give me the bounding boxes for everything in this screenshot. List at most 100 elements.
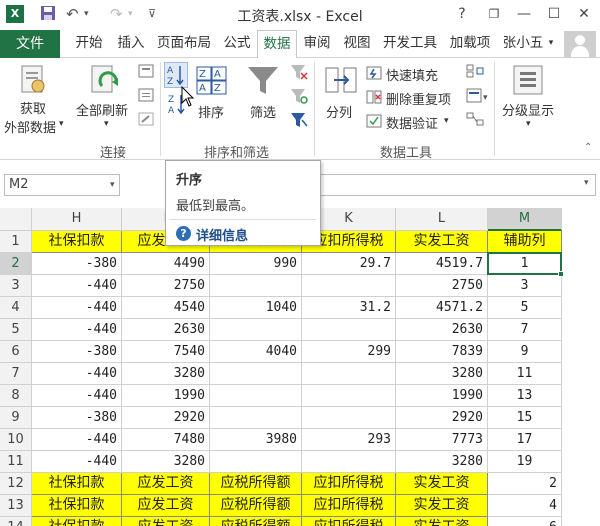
cell-k5[interactable] [302, 319, 396, 341]
cell-i12[interactable]: 应发工资 [122, 473, 210, 495]
cell-m13[interactable]: 4 [488, 495, 562, 517]
cell-i9[interactable]: 2920 [122, 407, 210, 429]
cell-j8[interactable] [210, 385, 302, 407]
relationships-icon[interactable] [466, 112, 484, 130]
cell-m7[interactable]: 11 [488, 363, 562, 385]
cell-k11[interactable] [302, 451, 396, 473]
cell-h4[interactable]: -440 [32, 297, 122, 319]
cell-k13[interactable]: 应扣所得税 [302, 495, 396, 517]
fill-handle[interactable] [558, 271, 564, 277]
tab-formulas[interactable]: 公式 [218, 30, 256, 58]
cell-l10[interactable]: 7773 [396, 429, 488, 451]
what-if-analysis-icon[interactable]: ▾ [466, 88, 490, 108]
tab-insert[interactable]: 插入 [112, 30, 150, 58]
maximize-button[interactable]: ☐ [544, 4, 564, 24]
user-name[interactable]: 张小五 [498, 30, 548, 58]
cell-h7[interactable]: -440 [32, 363, 122, 385]
cell-m6[interactable]: 9 [488, 341, 562, 363]
name-box[interactable]: M2 [4, 174, 120, 196]
cell-h6[interactable]: -380 [32, 341, 122, 363]
cell-j3[interactable] [210, 275, 302, 297]
cell-h11[interactable]: -440 [32, 451, 122, 473]
cell-h2[interactable]: -380 [32, 253, 122, 275]
formula-input[interactable] [320, 174, 596, 196]
cell-k4[interactable]: 31.2 [302, 297, 396, 319]
edit-links-icon[interactable] [138, 112, 154, 130]
row-header-3[interactable]: 3 [0, 275, 32, 297]
cell-i10[interactable]: 7480 [122, 429, 210, 451]
cell-j14[interactable]: 应税所得额 [210, 517, 302, 526]
minimize-button[interactable]: — [514, 4, 534, 24]
sort-ascending-button[interactable]: AZ [164, 62, 188, 88]
cell-m11[interactable]: 19 [488, 451, 562, 473]
row-header-10[interactable]: 10 [0, 429, 32, 451]
cell-k10[interactable]: 293 [302, 429, 396, 451]
tab-data[interactable]: 数据 [257, 30, 297, 59]
cell-k12[interactable]: 应扣所得税 [302, 473, 396, 495]
cell-m14[interactable]: 6 [488, 517, 562, 526]
cell-h1[interactable]: 社保扣款 [32, 231, 122, 253]
cell-l6[interactable]: 7839 [396, 341, 488, 363]
cell-j6[interactable]: 4040 [210, 341, 302, 363]
tab-developer[interactable]: 开发工具 [378, 30, 442, 58]
cell-m3[interactable]: 3 [488, 275, 562, 297]
row-header-12[interactable]: 12 [0, 473, 32, 495]
reapply-filter-icon[interactable] [290, 88, 308, 108]
row-header-9[interactable]: 9 [0, 407, 32, 429]
cell-j7[interactable] [210, 363, 302, 385]
cell-m9[interactable]: 15 [488, 407, 562, 429]
connections-icon[interactable] [138, 64, 154, 82]
expand-formula-bar-icon[interactable]: ▾ [584, 178, 589, 188]
cell-k9[interactable] [302, 407, 396, 429]
cell-i2[interactable]: 4490 [122, 253, 210, 275]
cell-h13[interactable]: 社保扣款 [32, 495, 122, 517]
tab-page-layout[interactable]: 页面布局 [152, 30, 216, 58]
cell-m1[interactable]: 辅助列 [488, 231, 562, 253]
cell-h12[interactable]: 社保扣款 [32, 473, 122, 495]
user-dropdown-icon[interactable]: ▾ [544, 30, 558, 58]
cell-h9[interactable]: -380 [32, 407, 122, 429]
cell-j13[interactable]: 应税所得额 [210, 495, 302, 517]
row-header-5[interactable]: 5 [0, 319, 32, 341]
row-header-6[interactable]: 6 [0, 341, 32, 363]
tab-home[interactable]: 开始 [70, 30, 108, 58]
properties-icon[interactable] [138, 88, 154, 106]
cell-l13[interactable]: 实发工资 [396, 495, 488, 517]
cell-i8[interactable]: 1990 [122, 385, 210, 407]
cell-l7[interactable]: 3280 [396, 363, 488, 385]
help-button[interactable]: ? [452, 4, 472, 24]
cell-l4[interactable]: 4571.2 [396, 297, 488, 319]
column-header-l[interactable]: L [396, 208, 488, 231]
tab-review[interactable]: 审阅 [298, 30, 336, 58]
row-header-11[interactable]: 11 [0, 451, 32, 473]
cell-i3[interactable]: 2750 [122, 275, 210, 297]
row-header-1[interactable]: 1 [0, 231, 32, 253]
cell-l2[interactable]: 4519.7 [396, 253, 488, 275]
cell-m4[interactable]: 5 [488, 297, 562, 319]
collapse-ribbon-icon[interactable]: ⌃ [584, 142, 592, 153]
cell-i6[interactable]: 7540 [122, 341, 210, 363]
row-header-4[interactable]: 4 [0, 297, 32, 319]
cell-j12[interactable]: 应税所得额 [210, 473, 302, 495]
cell-j2[interactable]: 990 [210, 253, 302, 275]
cell-k3[interactable] [302, 275, 396, 297]
cell-h10[interactable]: -440 [32, 429, 122, 451]
avatar[interactable] [564, 31, 596, 57]
cell-l14[interactable]: 实发工资 [396, 517, 488, 526]
row-header-13[interactable]: 13 [0, 495, 32, 517]
cell-k8[interactable] [302, 385, 396, 407]
cell-h8[interactable]: -440 [32, 385, 122, 407]
tab-view[interactable]: 视图 [338, 30, 376, 58]
cell-m5[interactable]: 7 [488, 319, 562, 341]
cell-l11[interactable]: 3280 [396, 451, 488, 473]
row-header-7[interactable]: 7 [0, 363, 32, 385]
clear-filter-icon[interactable] [290, 64, 308, 84]
cell-i5[interactable]: 2630 [122, 319, 210, 341]
cell-m10[interactable]: 17 [488, 429, 562, 451]
cell-i14[interactable]: 应发工资 [122, 517, 210, 526]
consolidate-icon[interactable] [466, 64, 484, 82]
row-header-8[interactable]: 8 [0, 385, 32, 407]
cell-i13[interactable]: 应发工资 [122, 495, 210, 517]
tooltip-help-link[interactable]: 详细信息 [196, 225, 248, 244]
cell-l1[interactable]: 实发工资 [396, 231, 488, 253]
